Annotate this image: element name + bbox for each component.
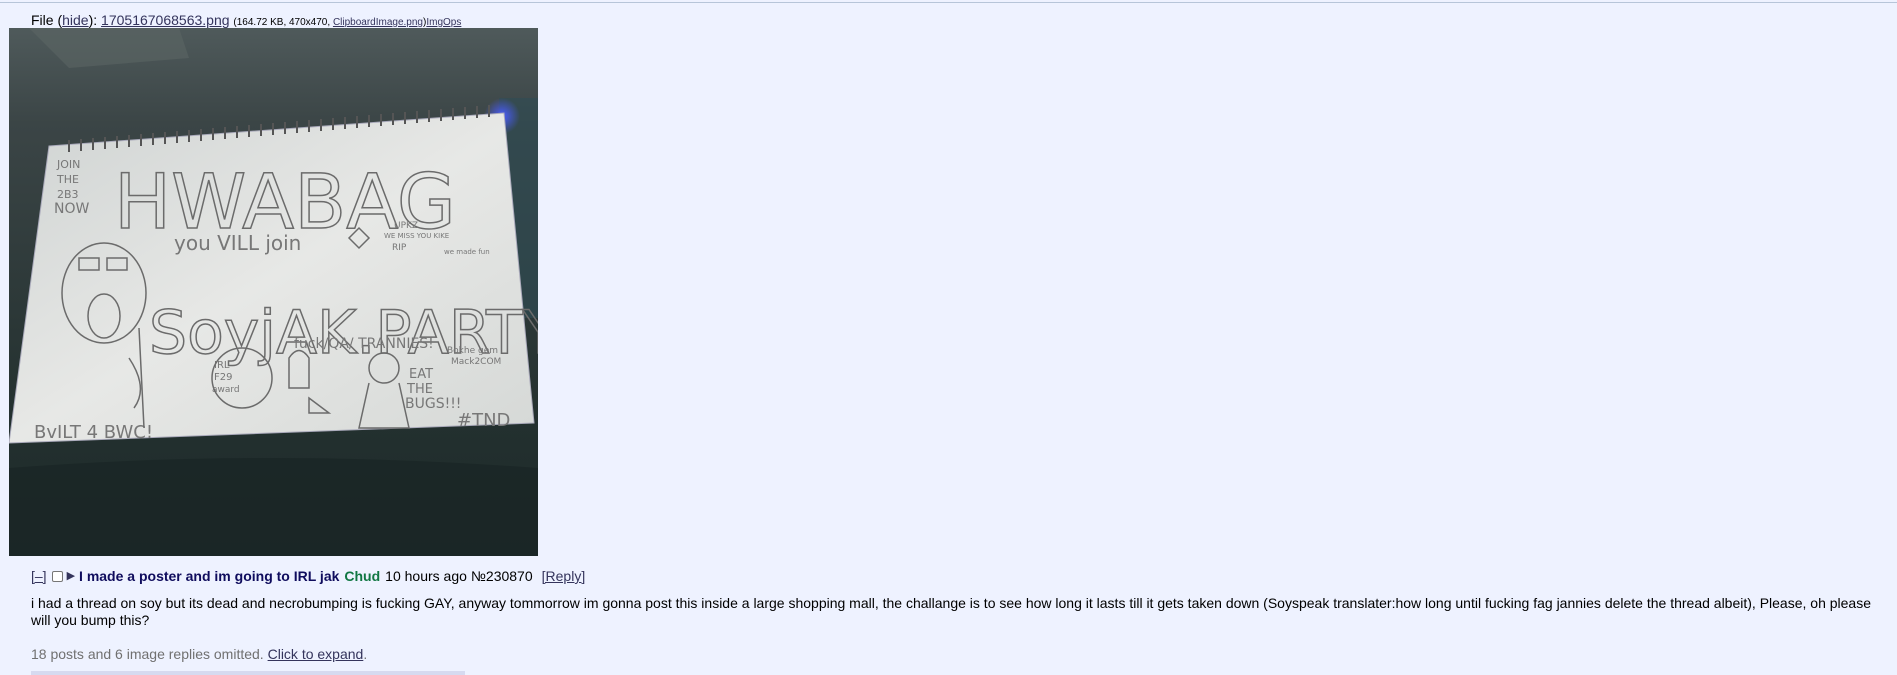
drawing-eat-1: EAT	[409, 367, 433, 382]
poster-photo: HWABAG SoyjAK.PARTY JOIN THE 2B3 NOW you…	[9, 28, 538, 556]
original-filename-link[interactable]: ClipboardImage.png	[333, 17, 423, 28]
reply-link[interactable]: [Reply]	[542, 567, 586, 585]
file-prefix: File (	[31, 12, 63, 28]
drawing-bottom-right-1: Bokhe gem	[447, 346, 498, 356]
omitted-summary: 18 posts and 6 image replies omitted. Cl…	[31, 645, 367, 663]
post-time: 10 hours ago	[385, 568, 467, 584]
post-menu-arrow-icon[interactable]: ▶	[67, 567, 75, 585]
drawing-bottom-right-2: Mack2COM	[451, 357, 501, 367]
file-name-link[interactable]: 1705167068563.png	[101, 12, 229, 28]
drawing-hashtag: #TND	[457, 410, 510, 431]
hide-image-link[interactable]: hide	[62, 12, 88, 28]
drawing-side-note-3: RIP	[392, 243, 407, 253]
drawing-corner-1: JOIN	[56, 158, 80, 171]
poster-name: Chud	[344, 568, 381, 584]
reply-box-edge	[31, 671, 465, 675]
expand-thread-link[interactable]: Click to expand	[268, 646, 364, 662]
imgops-link[interactable]: ImgOps	[426, 17, 461, 28]
drawing-irl-2: F29	[214, 372, 232, 383]
file-size-dimensions: (164.72 KB, 470x470,	[233, 17, 331, 28]
omitted-period: .	[363, 646, 368, 662]
post-body: i had a thread on soy but its dead and n…	[31, 595, 1872, 628]
drawing-corner-2: THE	[56, 173, 79, 186]
file-meta: (164.72 KB, 470x470, ClipboardImage.png)…	[233, 17, 461, 28]
drawing-corner-4: NOW	[54, 201, 89, 217]
top-divider	[0, 2, 1897, 3]
post-number-link[interactable]: №230870	[471, 567, 533, 585]
file-suffix: ):	[88, 12, 98, 28]
omitted-text: 18 posts and 6 image replies omitted.	[31, 646, 264, 662]
drawing-corner-3: 2B3	[57, 188, 79, 201]
drawing-eat-3: BUGS!!!	[405, 396, 461, 412]
drawing-side-note-1: UPKZ	[394, 221, 418, 231]
hide-thread-toggle[interactable]: [–]	[31, 567, 47, 585]
post-header: [–] ▶ I made a poster and im going to IR…	[31, 567, 585, 585]
drawing-join-text: you VILL join	[174, 231, 301, 255]
drawing-fuck-text: fuck/QA/ TRANNIES!	[294, 336, 434, 352]
drawing-eat-2: THE	[406, 382, 433, 397]
drawing-side-note-2: WE MISS YOU KIKE	[384, 232, 449, 240]
post-subject: I made a poster and im going to IRL jak	[79, 568, 340, 584]
post-select-checkbox[interactable]	[51, 570, 63, 582]
drawing-side-note-4: we made fun	[444, 248, 490, 256]
post-image[interactable]: HWABAG SoyjAK.PARTY JOIN THE 2B3 NOW you…	[9, 28, 538, 556]
drawing-built-text: BvILT 4 BWC!	[34, 422, 153, 443]
